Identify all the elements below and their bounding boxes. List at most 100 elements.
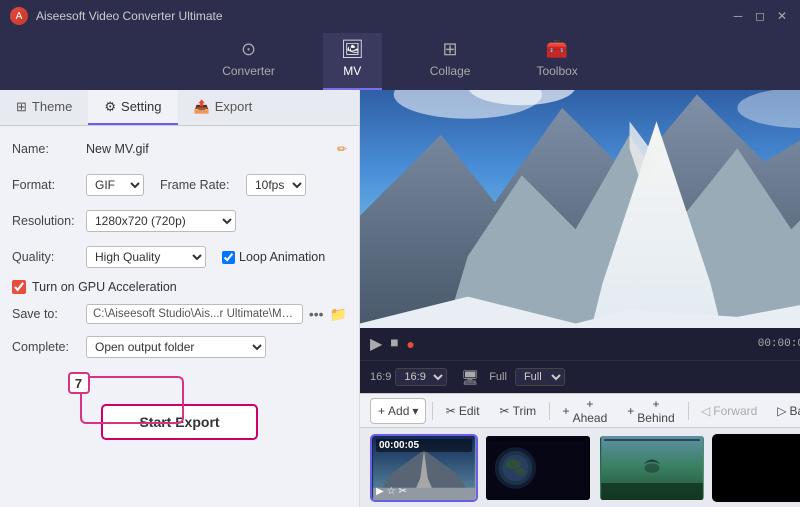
complete-label: Complete: xyxy=(12,340,80,354)
main-content: ⊞ Theme ⚙ Setting 📤 Export Name: New MV.… xyxy=(0,90,800,507)
bottom-toolbar: + Add ▾ ✂ Edit ✂ Trim + + Ahead + + Behi… xyxy=(360,393,800,427)
trim-button[interactable]: ✂ Trim xyxy=(493,398,544,424)
edit-button[interactable]: ✂ Edit xyxy=(439,398,487,424)
plus-icon: + xyxy=(378,404,385,418)
ratio-controls: 16:9 16:9 4:3 1:1 🖥 Full Full Half Start… xyxy=(360,360,800,393)
theme-tab-label: Theme xyxy=(32,99,72,114)
saveto-folder-button[interactable]: 📁 xyxy=(330,306,347,323)
left-panel: ⊞ Theme ⚙ Setting 📤 Export Name: New MV.… xyxy=(0,90,360,507)
nav-collage[interactable]: ⊞ Collage xyxy=(412,33,489,90)
name-row: Name: New MV.gif ✏ xyxy=(12,136,347,162)
quality-select[interactable]: High Quality Medium Quality Low Quality xyxy=(86,246,206,268)
play-button[interactable]: ▶ xyxy=(370,334,382,354)
film-duration-2 xyxy=(490,439,586,441)
film-duration-3 xyxy=(604,439,700,441)
nav-toolbox[interactable]: 🧰 Toolbox xyxy=(518,33,595,90)
resolution-select[interactable]: 1280x720 (720p) 1920x1080 (1080p) 640x48… xyxy=(86,210,236,232)
video-controls: ▶ ⏹ ● 00:00:00.00/00:01:40.16 🔊 xyxy=(360,328,800,360)
gpu-checkbox[interactable] xyxy=(12,280,26,294)
resolution-label: Resolution: xyxy=(12,214,80,228)
collage-icon: ⊞ xyxy=(443,39,458,60)
export-tab-label: Export xyxy=(215,99,253,114)
nav-mv[interactable]: 🖼 MV xyxy=(323,33,382,90)
close-button[interactable]: ✕ xyxy=(774,8,790,24)
mountain-scene-svg: SHUTTERSTOCK xyxy=(360,90,800,328)
app-icon: A xyxy=(10,7,28,25)
backward-icon: ▷ xyxy=(777,404,786,418)
toolbox-icon: 🧰 xyxy=(546,39,568,60)
forward-button[interactable]: ◁ Forward xyxy=(694,398,764,424)
film-overlay-1: 00:00:05 ▶ ☆ ✂ xyxy=(372,436,476,500)
export-section: 7 Start Export xyxy=(12,370,347,450)
backward-button[interactable]: ▷ Backward xyxy=(770,398,800,424)
theme-tab-icon: ⊞ xyxy=(16,99,27,115)
add-chevron-icon: ▾ xyxy=(412,404,418,418)
form-area: Name: New MV.gif ✏ Format: GIF MP4 MOV F… xyxy=(0,126,359,507)
start-export-main-button[interactable]: Start Export xyxy=(101,404,257,440)
saveto-row: Save to: C:\Aiseesoft Studio\Ais...r Ult… xyxy=(12,304,347,324)
loop-label: Loop Animation xyxy=(239,250,325,264)
nav-bar: ⊙ Converter 🖼 MV ⊞ Collage 🧰 Toolbox xyxy=(0,32,800,90)
film-item-2[interactable] xyxy=(484,434,592,502)
film-star-icon[interactable]: ☆ xyxy=(387,486,396,497)
ratio-select[interactable]: 16:9 4:3 1:1 xyxy=(395,368,447,386)
ratio-wrap: 16:9 16:9 4:3 1:1 xyxy=(370,368,447,386)
film-item-1[interactable]: 00:00:05 ▶ ☆ ✂ xyxy=(370,434,478,502)
film-overlay-3 xyxy=(600,436,704,500)
framerate-label: Frame Rate: xyxy=(160,178,240,192)
saveto-more-button[interactable]: ••• xyxy=(309,306,324,322)
gpu-row: Turn on GPU Acceleration xyxy=(12,280,347,294)
add-button[interactable]: + Add ▾ xyxy=(370,398,426,424)
trim-icon: ✂ xyxy=(500,404,510,418)
format-label: Format: xyxy=(12,178,80,192)
loop-checkbox[interactable] xyxy=(222,251,235,264)
window-controls: ─ ◻ ✕ xyxy=(730,8,790,24)
stop-button[interactable]: ⏹ xyxy=(390,335,398,353)
tab-setting[interactable]: ⚙ Setting xyxy=(88,90,177,125)
name-label: Name: xyxy=(12,142,80,156)
name-edit-icon[interactable]: ✏ xyxy=(337,142,347,156)
nav-collage-label: Collage xyxy=(430,64,471,78)
format-select[interactable]: GIF MP4 MOV xyxy=(86,174,144,196)
size-label: Full xyxy=(489,371,507,383)
size-select[interactable]: Full Half xyxy=(515,368,565,386)
monitor-icon: 🖥 xyxy=(461,369,479,386)
record-indicator: ● xyxy=(406,336,414,352)
film-item-3[interactable] xyxy=(598,434,706,502)
film-overlay-2 xyxy=(486,436,590,500)
film-duration-4 xyxy=(718,439,800,441)
setting-tab-label: Setting xyxy=(121,99,161,114)
maximize-button[interactable]: ◻ xyxy=(752,8,768,24)
film-play-icon[interactable]: ▶ xyxy=(376,486,384,497)
format-row: Format: GIF MP4 MOV Frame Rate: 10fps 24… xyxy=(12,172,347,198)
nav-toolbox-label: Toolbox xyxy=(536,64,577,78)
filmstrip: 00:00:05 ▶ ☆ ✂ xyxy=(360,427,800,507)
nav-converter-label: Converter xyxy=(222,64,275,78)
right-panel: SHUTTERSTOCK ▶ ⏹ ● 00:00:00.00/00:01:40.… xyxy=(360,90,800,507)
loop-label-row: Loop Animation xyxy=(222,250,325,264)
time-display: 00:00:00.00/00:01:40.16 xyxy=(758,338,800,350)
complete-row: Complete: Open output folder Do nothing xyxy=(12,334,347,360)
film-scissors-icon[interactable]: ✂ xyxy=(399,486,407,497)
ahead-button[interactable]: + + Ahead xyxy=(556,398,615,424)
tab-theme[interactable]: ⊞ Theme xyxy=(0,90,88,125)
quality-label: Quality: xyxy=(12,250,80,264)
complete-select[interactable]: Open output folder Do nothing xyxy=(86,336,266,358)
step-badge: 7 xyxy=(68,372,90,394)
behind-button[interactable]: + + Behind xyxy=(620,398,681,424)
behind-icon: + xyxy=(627,404,634,418)
nav-converter[interactable]: ⊙ Converter xyxy=(204,33,293,90)
quality-row: Quality: High Quality Medium Quality Low… xyxy=(12,244,347,270)
minimize-button[interactable]: ─ xyxy=(730,8,746,24)
framerate-select[interactable]: 10fps 24fps 30fps xyxy=(246,174,306,196)
converter-icon: ⊙ xyxy=(241,39,256,60)
film-item-4[interactable] xyxy=(712,434,800,502)
ratio-label: 16:9 xyxy=(370,371,391,383)
mv-icon: 🖼 xyxy=(341,39,364,60)
film-overlay-4 xyxy=(714,436,800,500)
gpu-label: Turn on GPU Acceleration xyxy=(32,280,177,294)
film-icons-1: ▶ ☆ ✂ xyxy=(376,486,472,497)
tab-export[interactable]: 📤 Export xyxy=(178,90,269,125)
setting-tab-icon: ⚙ xyxy=(104,99,116,115)
name-value: New MV.gif xyxy=(86,142,331,156)
